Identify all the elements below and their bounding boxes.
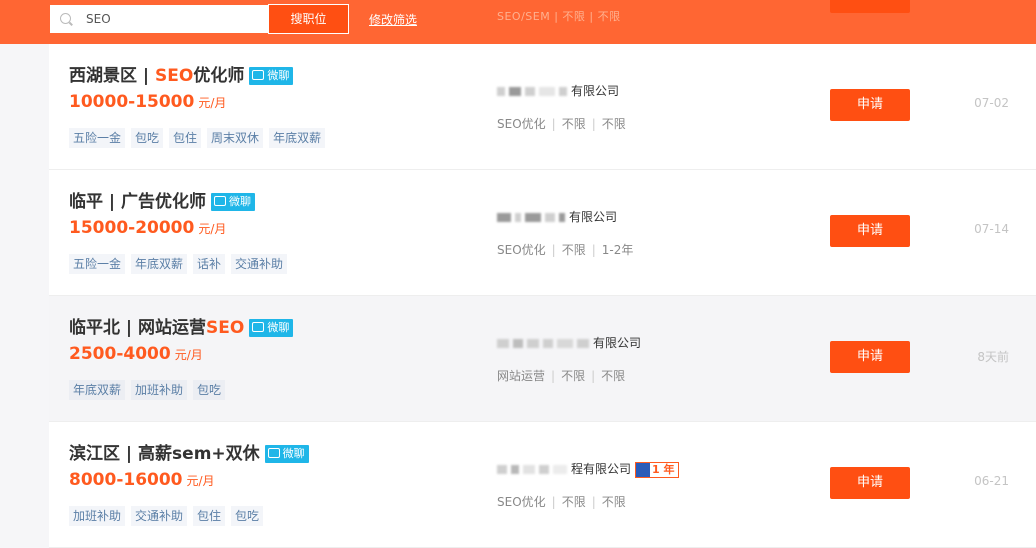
benefit-tag: 周末双休: [207, 128, 264, 148]
benefit-tag: 五险一金: [69, 254, 126, 274]
top-search-bar: SEO/SEM | 不限 | 不限 搜职位 修改筛选: [0, 0, 1036, 44]
benefit-tag: 年底双薪: [131, 254, 188, 274]
company-name[interactable]: 有限公司: [497, 208, 617, 225]
benefit-tag: 年底双薪: [269, 128, 326, 148]
apply-button[interactable]: 申请: [830, 215, 910, 247]
company-name[interactable]: 程有限公司 1 年: [497, 460, 679, 478]
redacted-text: [545, 213, 555, 222]
search-box: [49, 4, 271, 34]
redacted-text: [559, 213, 565, 222]
redacted-text: [527, 339, 539, 348]
chat-bubble-icon: [252, 322, 265, 332]
salary: 15000-20000 元/月: [69, 218, 227, 238]
redacted-text: [497, 213, 511, 222]
redacted-text: [559, 87, 567, 96]
job-list: 西湖景区 | SEO优化师 微聊 10000-15000 元/月 五险一金 包吃 包住周…: [49, 44, 1036, 548]
benefit-tag: 包住: [193, 506, 226, 526]
redacted-text: [497, 339, 509, 348]
benefit-tags: 加班补助 交通补助 包住 包吃: [69, 505, 269, 526]
post-date: 07-14: [974, 222, 1009, 236]
job-title[interactable]: 临平 | 广告优化师 微聊: [69, 187, 256, 212]
redacted-text: [577, 339, 589, 348]
membership-year-badge: 1 年: [635, 461, 679, 478]
benefit-tag: 交通补助: [131, 506, 188, 526]
redacted-text: [525, 87, 535, 96]
redacted-text: [539, 465, 549, 474]
apply-button[interactable]: 申请: [830, 341, 910, 373]
redacted-text: [509, 87, 521, 96]
modify-filter-link[interactable]: 修改筛选: [369, 11, 417, 28]
chat-badge[interactable]: 微聊: [249, 67, 294, 85]
redacted-text: [543, 339, 553, 348]
benefit-tag: 年底双薪: [69, 380, 126, 400]
redacted-text: [553, 465, 567, 474]
salary: 8000-16000 元/月: [69, 470, 215, 490]
benefit-tag: 五险一金: [69, 128, 126, 148]
benefit-tags: 五险一金 包吃 包住 周末双休 年底双薪: [69, 127, 331, 148]
benefit-tag: 包吃: [193, 380, 226, 400]
benefit-tag: 包吃: [131, 128, 164, 148]
apply-button[interactable]: 申请: [830, 467, 910, 499]
company-name[interactable]: 有限公司: [497, 334, 641, 351]
benefit-tag: 话补: [193, 254, 226, 274]
benefit-tag: 包住: [169, 128, 202, 148]
salary: 2500-4000 元/月: [69, 344, 203, 364]
job-title[interactable]: 西湖景区 | SEO优化师 微聊: [69, 61, 294, 86]
job-meta: 网站运营 | 不限 | 不限: [497, 369, 626, 383]
previous-row-meta: SEO/SEM | 不限 | 不限: [497, 10, 621, 23]
apply-button[interactable]: 申请: [830, 89, 910, 121]
salary: 10000-15000 元/月: [69, 92, 227, 112]
job-card[interactable]: 滨江区 | 高薪sem+双休 微聊 8000-16000 元/月 加班补助 交通补助包…: [49, 422, 1036, 548]
chat-badge[interactable]: 微聊: [211, 193, 256, 211]
chat-bubble-icon: [214, 196, 227, 206]
chat-bubble-icon: [267, 448, 280, 458]
job-title[interactable]: 滨江区 | 高薪sem+双休 微聊: [69, 439, 309, 464]
job-card[interactable]: 临平 | 广告优化师 微聊 15000-20000 元/月 五险一金 年底双薪 话补 交通…: [49, 170, 1036, 296]
benefit-tag: 加班补助: [69, 506, 126, 526]
company-name[interactable]: 有限公司: [497, 82, 619, 99]
chat-bubble-icon: [252, 70, 265, 80]
redacted-text: [513, 339, 523, 348]
redacted-text: [557, 339, 573, 348]
chat-badge[interactable]: 微聊: [264, 445, 309, 463]
post-date: 06-21: [974, 474, 1009, 488]
post-date: 07-02: [974, 96, 1009, 110]
job-card[interactable]: 临平北 | 网站运营SEO 微聊 2500-4000 元/月 年底双薪 加班补助 包吃 …: [49, 296, 1036, 422]
redacted-text: [511, 465, 519, 474]
membership-icon: [636, 462, 651, 477]
job-meta: SEO优化 | 不限 | 1-2年: [497, 243, 634, 257]
redacted-text: [515, 213, 521, 222]
post-date: 8天前: [977, 350, 1009, 364]
redacted-text: [525, 213, 541, 222]
benefit-tag: 交通补助: [231, 254, 288, 274]
search-input[interactable]: [86, 5, 256, 33]
benefit-tags: 五险一金 年底双薪 话补 交通补助: [69, 253, 293, 274]
job-card[interactable]: 西湖景区 | SEO优化师 微聊 10000-15000 元/月 五险一金 包吃 包住周…: [49, 44, 1036, 170]
job-meta: SEO优化 | 不限 | 不限: [497, 495, 626, 509]
search-jobs-button[interactable]: 搜职位: [268, 4, 349, 34]
job-meta: SEO优化 | 不限 | 不限: [497, 117, 626, 131]
job-title[interactable]: 临平北 | 网站运营SEO 微聊: [69, 313, 294, 338]
chat-badge[interactable]: 微聊: [249, 319, 294, 337]
search-icon: [60, 13, 71, 24]
redacted-text: [497, 87, 505, 96]
previous-row-apply-button[interactable]: [830, 0, 910, 13]
redacted-text: [539, 87, 555, 96]
benefit-tag: 加班补助: [131, 380, 188, 400]
benefit-tag: 包吃: [231, 506, 264, 526]
benefit-tags: 年底双薪 加班补助 包吃: [69, 379, 231, 400]
redacted-text: [497, 465, 507, 474]
redacted-text: [523, 465, 535, 474]
